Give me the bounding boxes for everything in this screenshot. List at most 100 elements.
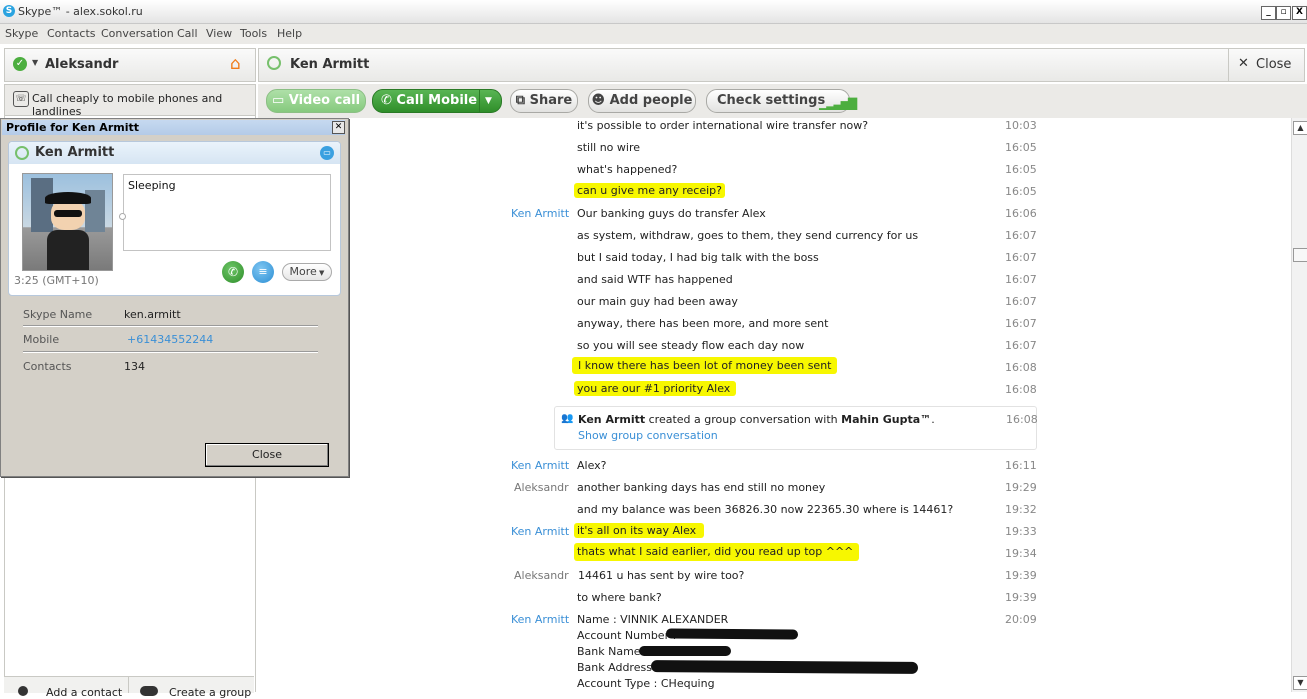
add-contact-button[interactable]: Add a contact — [46, 686, 122, 699]
message-text: another banking days has end still no mo… — [577, 481, 826, 494]
message-text: it's possible to order international wir… — [577, 119, 869, 132]
menu-help[interactable]: Help — [277, 27, 302, 40]
message-author[interactable]: Ken Armitt — [511, 207, 569, 220]
message-time: 16:08 — [1005, 361, 1037, 374]
chat-icon[interactable]: ≡ — [252, 261, 274, 283]
video-call-button[interactable]: ▭ Video call — [266, 89, 366, 113]
message-text: our main guy had been away — [577, 295, 738, 308]
conversation-header: Ken Armitt ✕ Close — [258, 48, 1305, 82]
message-text: Our banking guys do transfer Alex — [577, 207, 766, 220]
notice-middle: created a group conversation with — [645, 413, 842, 426]
message-text: to where bank? — [577, 591, 662, 604]
message-text-highlighted: it's all on its way Alex — [574, 523, 705, 538]
profile-name: Ken Armitt — [35, 145, 115, 160]
message-text-highlighted: can u give me any receip? — [574, 183, 725, 198]
contacts-label: Contacts — [23, 360, 72, 373]
redaction-mark — [665, 628, 799, 640]
divider — [23, 351, 318, 353]
status-dropdown-icon[interactable]: ▼ — [32, 58, 38, 67]
group-notice: 👥 Ken Armitt created a group conversatio… — [554, 406, 1038, 450]
window-titlebar: S Skype™ - alex.sokol.ru _ ▫ X — [0, 0, 1307, 24]
menu-call[interactable]: Call — [177, 27, 198, 40]
add-contact-icon — [18, 686, 28, 696]
call-promo-bar[interactable]: ☏ Call cheaply to mobile phones and land… — [4, 84, 256, 118]
add-people-button[interactable]: ☻ Add people — [588, 89, 696, 113]
message-time: 19:39 — [1005, 591, 1037, 604]
chat-scrollbar[interactable]: ▲ ▼ — [1291, 118, 1307, 692]
message-time: 16:07 — [1005, 273, 1037, 286]
skype-name-label: Skype Name — [23, 308, 93, 321]
message-text-highlighted: thats what I said earlier, did you read … — [574, 543, 860, 561]
bank-line-account-type: Account Type : CHequing — [577, 677, 715, 690]
message-text: anyway, there has been more, and more se… — [577, 317, 829, 330]
skype-name-value: ken.armitt — [124, 308, 181, 321]
avatar — [22, 173, 113, 271]
notice-target: Mahin Gupta™ — [841, 413, 932, 426]
window-title: Skype™ - alex.sokol.ru — [18, 5, 143, 18]
restore-button[interactable]: ▫ — [1276, 6, 1291, 20]
menu-skype[interactable]: Skype — [5, 27, 38, 40]
message-time: 19:39 — [1005, 569, 1037, 582]
scroll-down-icon[interactable]: ▼ — [1293, 676, 1307, 690]
bank-line-bank-name: Bank Name : — [577, 645, 648, 658]
resize-handle[interactable] — [119, 213, 126, 220]
conversation-title: Ken Armitt — [290, 57, 370, 72]
message-text: so you will see steady flow each day now — [577, 339, 805, 352]
divider — [128, 677, 129, 693]
close-conversation-button[interactable]: Close — [1256, 57, 1291, 72]
message-text: what's happened? — [577, 163, 678, 176]
message-time: 19:29 — [1005, 481, 1037, 494]
menu-contacts[interactable]: Contacts — [47, 27, 96, 40]
message-author[interactable]: Ken Armitt — [511, 459, 569, 472]
message-time: 19:34 — [1005, 547, 1037, 560]
message-author[interactable]: Aleksandr — [514, 569, 569, 582]
scroll-up-icon[interactable]: ▲ — [1293, 121, 1307, 135]
video-icon[interactable]: ▭ — [320, 146, 334, 160]
call-dropdown-icon[interactable]: ▼ — [485, 90, 492, 112]
skype-logo-icon: S — [3, 5, 15, 17]
notice-actor: Ken Armitt — [578, 413, 646, 426]
bank-line-name: Name : VINNIK ALEXANDER — [577, 613, 729, 626]
message-time: 16:07 — [1005, 295, 1037, 308]
message-author[interactable]: Ken Armitt — [511, 525, 569, 538]
call-mobile-button[interactable]: ✆ Call Mobile ▼ — [372, 89, 502, 113]
share-button[interactable]: ⧉ Share — [510, 89, 578, 113]
message-time: 16:05 — [1005, 163, 1037, 176]
close-window-button[interactable]: X — [1292, 6, 1307, 20]
close-conversation-icon[interactable]: ✕ — [1238, 56, 1249, 71]
check-settings-button[interactable]: Check settings ▁▂▃▅▇ — [706, 89, 857, 113]
message-author[interactable]: Ken Armitt — [511, 613, 569, 626]
message-time: 16:05 — [1005, 185, 1037, 198]
group-notice-text: Ken Armitt created a group conversation … — [578, 413, 935, 426]
home-icon[interactable]: ⌂ — [230, 54, 241, 74]
add-people-icon: ☻ — [591, 93, 610, 108]
avatar-building-shape — [31, 178, 53, 232]
profile-close-button[interactable]: Close — [205, 443, 329, 467]
more-button[interactable]: More ▼ — [282, 263, 332, 281]
call-toolbar: ▭ Video call ✆ Call Mobile ▼ ⧉ Share ☻ A… — [258, 84, 1307, 118]
promo-text: Call cheaply to mobile phones and landli… — [32, 92, 223, 118]
menu-conversation[interactable]: Conversation — [101, 27, 174, 40]
menu-view[interactable]: View — [206, 27, 232, 40]
message-text: still no wire — [577, 141, 641, 154]
menu-tools[interactable]: Tools — [240, 27, 267, 40]
mobile-number-link[interactable]: +61434552244 — [127, 333, 213, 346]
local-time: 3:25 (GMT+10) — [14, 274, 99, 287]
scroll-thumb[interactable] — [1293, 248, 1307, 262]
create-group-button[interactable]: Create a group — [169, 686, 251, 699]
message-time: 16:07 — [1005, 229, 1037, 242]
user-status-bar[interactable]: ✓ ▼ Aleksandr ⌂ — [4, 48, 256, 82]
bank-line-account: Account Number : — [577, 629, 677, 642]
profile-close-icon[interactable]: ✕ — [332, 121, 345, 134]
show-group-conversation-link[interactable]: Show group conversation — [578, 429, 718, 442]
message-author[interactable]: Aleksandr — [514, 481, 569, 494]
profile-card: Ken Armitt ▭ Sleeping 3:25 (GMT+10) ✆ ≡ … — [8, 141, 341, 296]
minimize-button[interactable]: _ — [1261, 6, 1276, 20]
message-time: 10:03 — [1005, 119, 1037, 132]
message-text-highlighted: I know there has been lot of money been … — [572, 357, 838, 374]
message-time: 16:11 — [1005, 459, 1037, 472]
chat-history[interactable]: it's possible to order international wir… — [258, 118, 1291, 692]
call-icon[interactable]: ✆ — [222, 261, 244, 283]
avatar-hat-shape — [45, 192, 91, 204]
share-icon: ⧉ — [515, 93, 530, 108]
